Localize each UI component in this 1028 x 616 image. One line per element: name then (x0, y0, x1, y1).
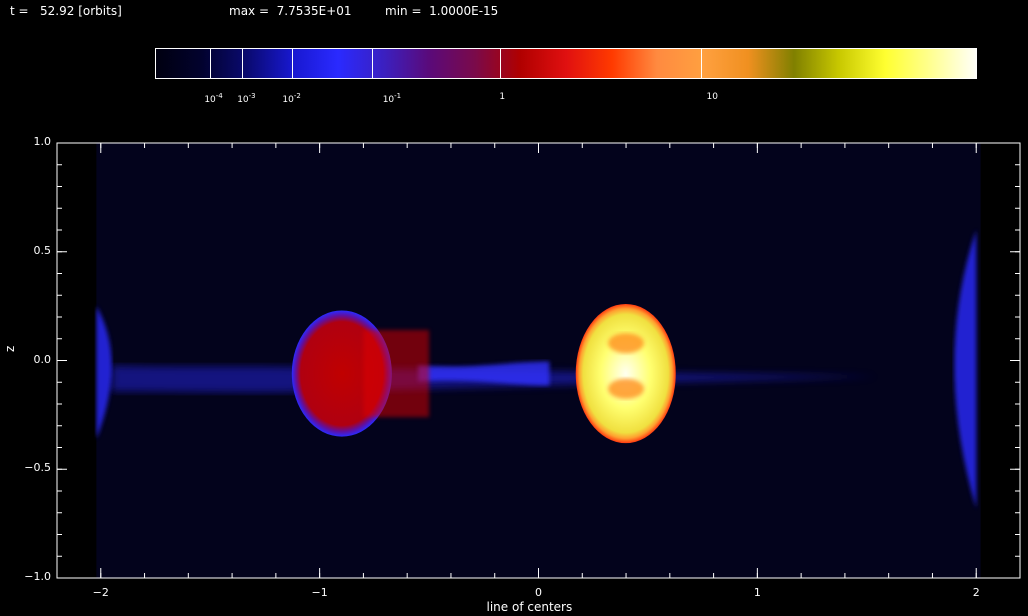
tick-label: 0 (535, 586, 542, 599)
tick-label: 2 (972, 586, 980, 599)
tick-label: 1 (753, 586, 761, 599)
accretor-hotspot-upper (608, 333, 645, 354)
tick-label: −0.5 (24, 461, 51, 475)
plot-background (96, 143, 981, 578)
donor-star-core (363, 330, 430, 418)
y-axis-label: z (3, 345, 17, 352)
tick-label: 1.0 (33, 135, 52, 148)
tick-label: 0.5 (33, 243, 52, 257)
accretor-star (575, 303, 676, 444)
tick-label: −1.0 (24, 570, 51, 583)
x-axis-label: line of centers (486, 600, 573, 614)
tick-label: 0.0 (33, 352, 52, 366)
tick-label: −1 (311, 586, 328, 599)
accretor-hotspot-lower (608, 378, 645, 399)
density-plot (56, 142, 1021, 579)
tick-label: −2 (92, 586, 109, 599)
